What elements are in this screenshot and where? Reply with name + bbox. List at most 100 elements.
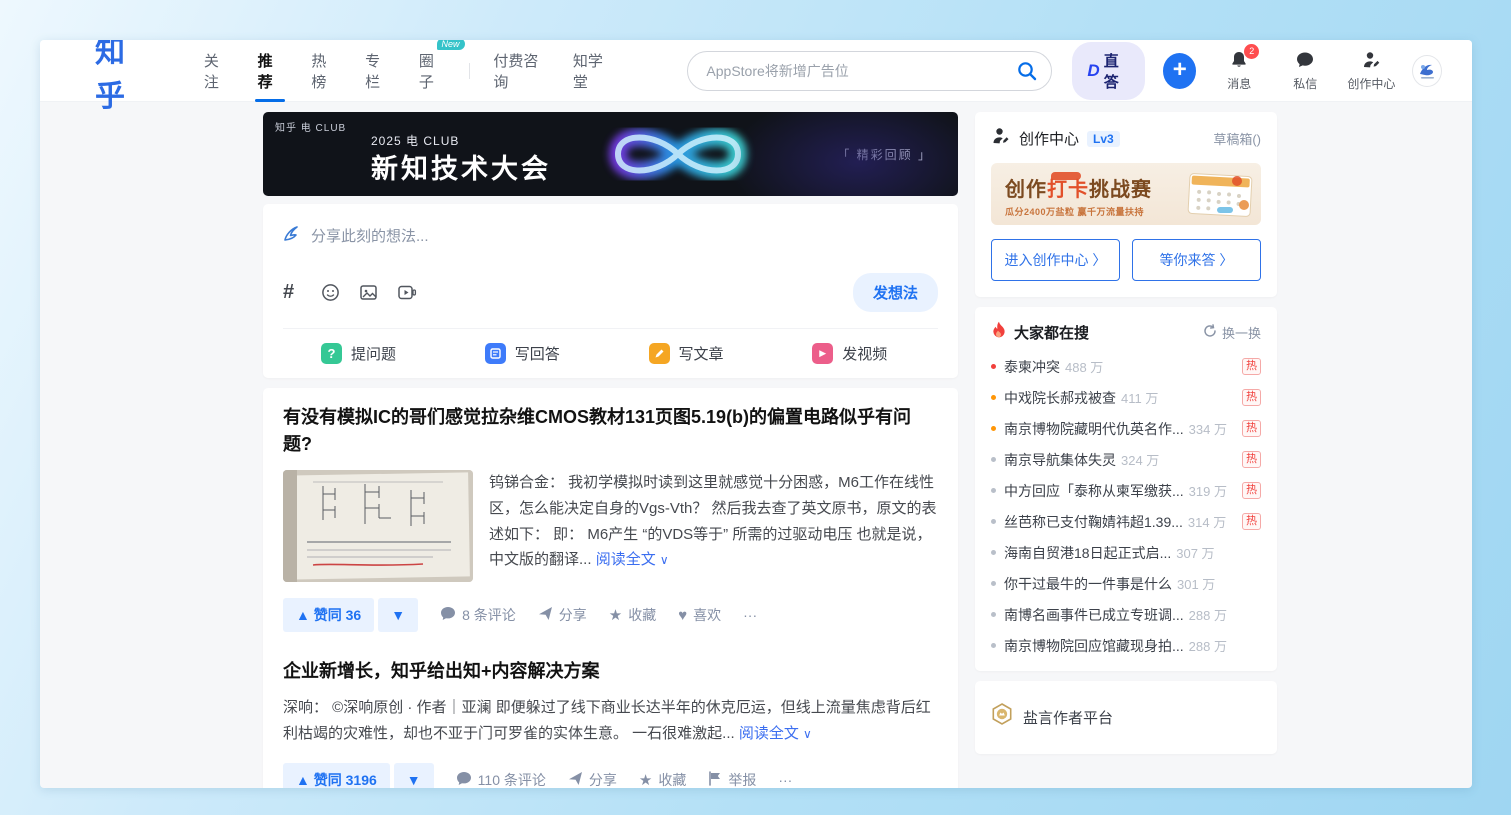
write-article-button[interactable]: 写文章 — [611, 329, 775, 378]
more-options-button[interactable]: ··· — [743, 607, 757, 623]
user-avatar[interactable] — [1412, 55, 1442, 87]
zhida-button[interactable]: D 直答 — [1072, 42, 1145, 100]
campaign-banner[interactable]: 创作打卡挑战赛 瓜分2400万盐粒 赢千万流量扶持 — [991, 163, 1261, 225]
creator-center-card: 创作中心 Lv3 草稿箱() 创作打卡挑战赛 瓜分2400万盐粒 赢千万流量扶持… — [975, 112, 1277, 297]
post-video-label: 发视频 — [842, 343, 887, 364]
creator-center-label: 创作中心 — [1347, 75, 1395, 92]
share-button[interactable]: 分享 — [538, 605, 587, 625]
search-icon[interactable] — [1016, 60, 1038, 82]
nav-zhixuetang[interactable]: 知学堂 — [573, 40, 612, 112]
hot-item-10[interactable]: 南京博物院回应馆藏现身拍...288 万 — [991, 630, 1261, 661]
nav-follow[interactable]: 关注 — [204, 40, 230, 112]
creator-center-button[interactable]: 创作中心 — [1350, 50, 1392, 92]
right-sidebar: 创作中心 Lv3 草稿箱() 创作打卡挑战赛 瓜分2400万盐粒 赢千万流量扶持… — [975, 112, 1277, 788]
collect-button[interactable]: ★ 收藏 — [639, 770, 686, 788]
downvote-button[interactable]: ▼ — [394, 763, 434, 788]
waiting-for-answer-button[interactable]: 等你来答 〉 — [1132, 239, 1261, 281]
rank-dot — [991, 612, 996, 617]
hot-badge: 热 — [1242, 420, 1261, 437]
more-options-button[interactable]: ··· — [778, 772, 792, 788]
enter-creator-center-button[interactable]: 进入创作中心 〉 — [991, 239, 1120, 281]
feed-card: 有没有模拟IC的哥们感觉拉杂维CMOS教材131页图5.19(b)的偏置电路似乎… — [263, 388, 958, 788]
comments-button[interactable]: 110 条评论 — [456, 770, 546, 788]
post-action-bar: ▲ 赞同 36 ▼ 8 条评论 分享 ★ 收 — [283, 598, 938, 632]
upvote-button[interactable]: ▲ 赞同 36 — [283, 598, 374, 632]
rank-dot — [991, 426, 996, 431]
refresh-button[interactable]: 换一换 — [1203, 323, 1261, 342]
comment-icon — [456, 771, 472, 788]
hashtag-icon[interactable]: # — [283, 281, 321, 304]
nav-circles[interactable]: 圈子 New — [419, 40, 445, 112]
like-button[interactable]: ♥ 喜欢 — [678, 605, 721, 625]
event-banner[interactable]: 知乎 电 CLUB 2025 电 CLUB 新知技术大会 「 精彩回顾 」 — [263, 112, 958, 196]
feed-post-2: 企业新增长，知乎给出知+内容解决方案 深响： ©深响原创 · 作者｜亚澜 即便躲… — [283, 658, 938, 788]
post-title[interactable]: 企业新增长，知乎给出知+内容解决方案 — [283, 658, 938, 685]
hot-search-list: 泰柬冲突488 万热 中戏院长郝戎被查411 万热 南京博物院藏明代仇英名作..… — [991, 351, 1261, 661]
comments-button[interactable]: 8 条评论 — [440, 605, 516, 625]
write-answer-button[interactable]: 写回答 — [447, 329, 611, 378]
excerpt-text: 钨锑合金： 我初学模拟时读到这里就感觉十分困惑，M6工作在线性区，怎么能决定自身… — [489, 474, 937, 568]
hot-item-5[interactable]: 中方回应「泰称从柬军缴获...319 万热 — [991, 475, 1261, 506]
search-input[interactable] — [687, 51, 1052, 91]
hot-item-6[interactable]: 丝芭称已支付鞠婧祎超1.39...314 万热 — [991, 506, 1261, 537]
nav-recommend[interactable]: 推荐 — [258, 40, 284, 112]
more-icon: ··· — [778, 772, 792, 788]
banner-brand: 知乎 电 CLUB — [275, 119, 346, 134]
collect-button[interactable]: ★ 收藏 — [609, 605, 656, 625]
zhida-logo-icon: D — [1087, 61, 1099, 81]
hot-item-3[interactable]: 南京博物院藏明代仇英名作...334 万热 — [991, 413, 1261, 444]
vote-up-icon: ▲ — [296, 607, 310, 623]
hot-item-1[interactable]: 泰柬冲突488 万热 — [991, 351, 1261, 382]
hot-search-card: 大家都在搜 换一换 泰柬冲突488 万热 中戏院长郝戎被查411 万热 南京博物… — [975, 307, 1277, 671]
rank-dot — [991, 364, 996, 369]
create-plus-button[interactable]: + — [1163, 53, 1196, 89]
nav-hotlist[interactable]: 热榜 — [311, 40, 337, 112]
drafts-link[interactable]: 草稿箱() — [1213, 129, 1261, 148]
messages-button[interactable]: 2 消息 — [1218, 50, 1260, 92]
hot-item-4[interactable]: 南京导航集体失灵324 万热 — [991, 444, 1261, 475]
vote-up-icon: ▲ — [296, 772, 310, 788]
medal-icon — [991, 703, 1013, 732]
post-video-button[interactable]: ▶ 发视频 — [774, 329, 938, 378]
post-thumbnail[interactable] — [283, 470, 473, 582]
ask-question-label: 提问题 — [351, 343, 396, 364]
read-more-link[interactable]: 阅读全文 ∨ — [739, 725, 812, 742]
nav-columns[interactable]: 专栏 — [365, 40, 391, 112]
private-message-button[interactable]: 私信 — [1284, 50, 1326, 92]
zhihu-logo[interactable]: 知乎 — [95, 40, 156, 115]
chevron-down-icon: ∨ — [803, 727, 812, 741]
creator-person-icon — [1361, 50, 1381, 72]
pen-icon — [283, 224, 301, 247]
calendar-illustration — [1187, 171, 1253, 222]
hot-item-9[interactable]: 南博名画事件已成立专班调...288 万 — [991, 599, 1261, 630]
rank-dot — [991, 581, 996, 586]
hot-item-7[interactable]: 海南自贸港18日起正式启...307 万 — [991, 537, 1261, 568]
upvote-button[interactable]: ▲ 赞同 3196 — [283, 763, 390, 788]
post-title[interactable]: 有没有模拟IC的哥们感觉拉杂维CMOS教材131页图5.19(b)的偏置电路似乎… — [283, 404, 938, 458]
feed-post-1: 有没有模拟IC的哥们感觉拉杂维CMOS教材131页图5.19(b)的偏置电路似乎… — [283, 404, 938, 632]
image-icon[interactable] — [359, 283, 397, 302]
post-idea-button[interactable]: 发想法 — [853, 273, 938, 312]
hot-item-8[interactable]: 你干过最牛的一件事是什么301 万 — [991, 568, 1261, 599]
yanyan-platform-card[interactable]: 盐言作者平台 — [975, 681, 1277, 754]
hot-item-2[interactable]: 中戏院长郝戎被查411 万热 — [991, 382, 1261, 413]
level-badge: Lv3 — [1087, 131, 1120, 147]
read-more-link[interactable]: 阅读全文 ∨ — [596, 551, 669, 568]
emoji-icon[interactable] — [321, 283, 359, 302]
refresh-icon — [1203, 324, 1217, 341]
nav-paid-consult[interactable]: 付费咨询 — [493, 40, 544, 112]
post-excerpt: 钨锑合金： 我初学模拟时读到这里就感觉十分困惑，M6工作在线性区，怎么能决定自身… — [489, 470, 938, 582]
banner-title: 新知技术大会 — [371, 147, 551, 186]
quick-actions-row: ? 提问题 写回答 写文章 — [283, 328, 938, 378]
infinity-graphic — [563, 112, 793, 196]
video-icon[interactable] — [397, 283, 435, 302]
zhihu-window: 知乎 关注 推荐 热榜 专栏 圈子 New 付费咨询 知学堂 D 直答 + — [40, 40, 1472, 788]
composer-input[interactable]: 分享此刻的想法... — [283, 224, 938, 247]
campaign-text-b: 打卡 — [1047, 179, 1089, 201]
hot-badge: 热 — [1242, 451, 1261, 468]
report-button[interactable]: 举报 — [708, 770, 756, 788]
share-button[interactable]: 分享 — [568, 770, 617, 788]
downvote-button[interactable]: ▼ — [378, 598, 418, 632]
creator-center-title[interactable]: 创作中心 — [1019, 128, 1079, 149]
ask-question-button[interactable]: ? 提问题 — [283, 329, 447, 378]
